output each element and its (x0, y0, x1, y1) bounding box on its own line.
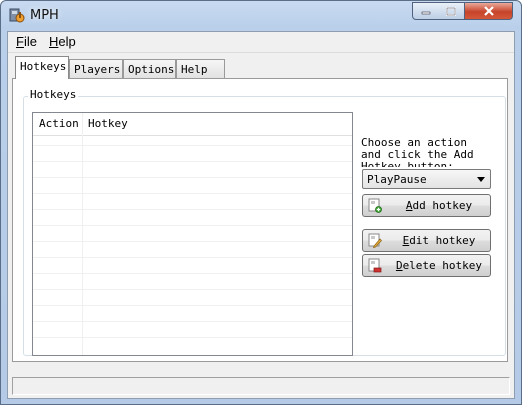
menu-help-rest: elp (58, 34, 76, 49)
hotkeys-list-header: Action Hotkey (33, 113, 352, 136)
add-hotkey-button[interactable]: Add hotkey (362, 194, 491, 217)
menu-bar: File Help (8, 32, 514, 53)
action-select-value: PlayPause (367, 173, 427, 186)
application-window: MPH File Help Hotkeys Players Options He… (0, 0, 522, 405)
add-hotkey-icon (368, 198, 382, 213)
column-header-hotkey[interactable]: Hotkey (88, 117, 128, 130)
grid-line (33, 257, 352, 258)
maximize-button[interactable] (438, 2, 465, 20)
delete-hotkey-label: elete hotkey (402, 259, 483, 272)
grid-line (33, 193, 352, 194)
grid-line (33, 321, 352, 322)
grid-line (33, 241, 352, 242)
edit-hotkey-button[interactable]: Edit hotkey (362, 229, 491, 252)
delete-hotkey-button[interactable]: Delete hotkey (362, 254, 491, 277)
delete-hotkey-accel: D (395, 259, 403, 272)
menu-help-accel: H (49, 34, 59, 49)
menu-file-accel: F (16, 34, 24, 49)
grid-line (33, 289, 352, 290)
grid-line (33, 145, 352, 146)
grid-line (33, 209, 352, 210)
grid-line (33, 305, 352, 306)
chevron-down-icon (477, 177, 485, 182)
grid-line (33, 161, 352, 162)
minimize-icon (421, 11, 430, 15)
grid-line (33, 177, 352, 178)
tab-hotkeys[interactable]: Hotkeys (15, 56, 69, 79)
menu-file[interactable]: File (16, 34, 37, 49)
window-title: MPH (30, 8, 59, 23)
status-bar (12, 377, 510, 395)
tab-players-label: Players (74, 63, 121, 76)
edit-hotkey-label: dit hotkey (409, 234, 476, 247)
client-area: File Help Hotkeys Players Options Help H… (7, 31, 515, 399)
maximize-icon (446, 6, 456, 16)
hotkeys-list[interactable]: Action Hotkey (32, 112, 353, 356)
column-separator (82, 113, 83, 355)
tab-options[interactable]: Options (123, 59, 176, 78)
action-select[interactable]: PlayPause (362, 169, 491, 189)
mph-app-icon (9, 8, 25, 23)
tab-help-label: Help (181, 63, 208, 76)
hotkeys-group-title: Hotkeys (28, 88, 79, 101)
tab-help[interactable]: Help (176, 59, 225, 78)
tab-players[interactable]: Players (69, 59, 123, 78)
column-header-action[interactable]: Action (39, 117, 79, 130)
close-icon (483, 6, 494, 16)
grid-line (33, 337, 352, 338)
tab-options-label: Options (128, 63, 175, 76)
add-hotkey-label: dd hotkey (412, 199, 473, 212)
action-hint-text: Choose an action and click the Add Hotke… (361, 137, 474, 167)
tab-hotkeys-label: Hotkeys (20, 60, 67, 73)
add-hotkey-accel: A (405, 199, 413, 212)
minimize-button[interactable] (412, 2, 439, 20)
delete-hotkey-icon (368, 258, 382, 273)
menu-file-rest: ile (23, 34, 37, 49)
menu-help[interactable]: Help (49, 34, 76, 49)
grid-line (33, 225, 352, 226)
edit-hotkey-icon (368, 233, 382, 248)
grid-line (33, 273, 352, 274)
hotkeys-tab-panel: Hotkeys Action Hotkey Choose an action a… (12, 78, 508, 362)
title-bar[interactable]: MPH (1, 1, 521, 31)
close-button[interactable] (465, 2, 513, 20)
